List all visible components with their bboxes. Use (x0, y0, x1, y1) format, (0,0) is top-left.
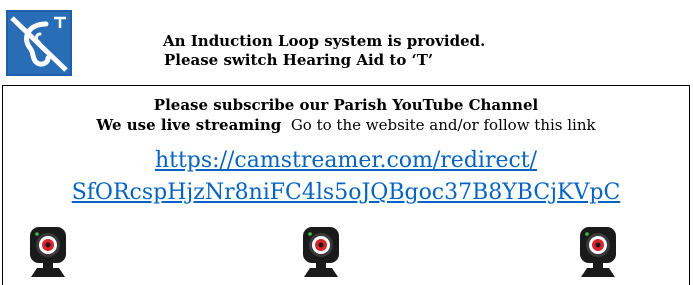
live-streaming-line: We use live streaming Go to the website … (3, 115, 689, 135)
stream-link-part-1[interactable]: https://camstreamer.com/redirect/ (3, 147, 689, 175)
webcam-icon (27, 225, 69, 277)
notice-line-1: An Induction Loop system is provided. (163, 32, 486, 50)
webcam-icon (300, 225, 342, 277)
induction-loop-notice: An Induction Loop system is provided. Pl… (163, 32, 485, 70)
hearing-loop-icon (6, 10, 72, 76)
streaming-box: Please subscribe our Parish YouTube Chan… (2, 85, 690, 285)
stream-link-part-2[interactable]: SfORcspHjzNr8niFC4ls5oJQBgoc37B8YBCjKVpC (3, 179, 689, 207)
notice-line-2: Please switch Hearing Aid to ‘T’ (164, 51, 434, 69)
webcam-icon (577, 225, 619, 277)
subscribe-heading: Please subscribe our Parish YouTube Chan… (153, 96, 539, 114)
live-streaming-label: We use live streaming (96, 116, 282, 134)
follow-link-instruction: Go to the website and/or follow this lin… (290, 116, 596, 134)
